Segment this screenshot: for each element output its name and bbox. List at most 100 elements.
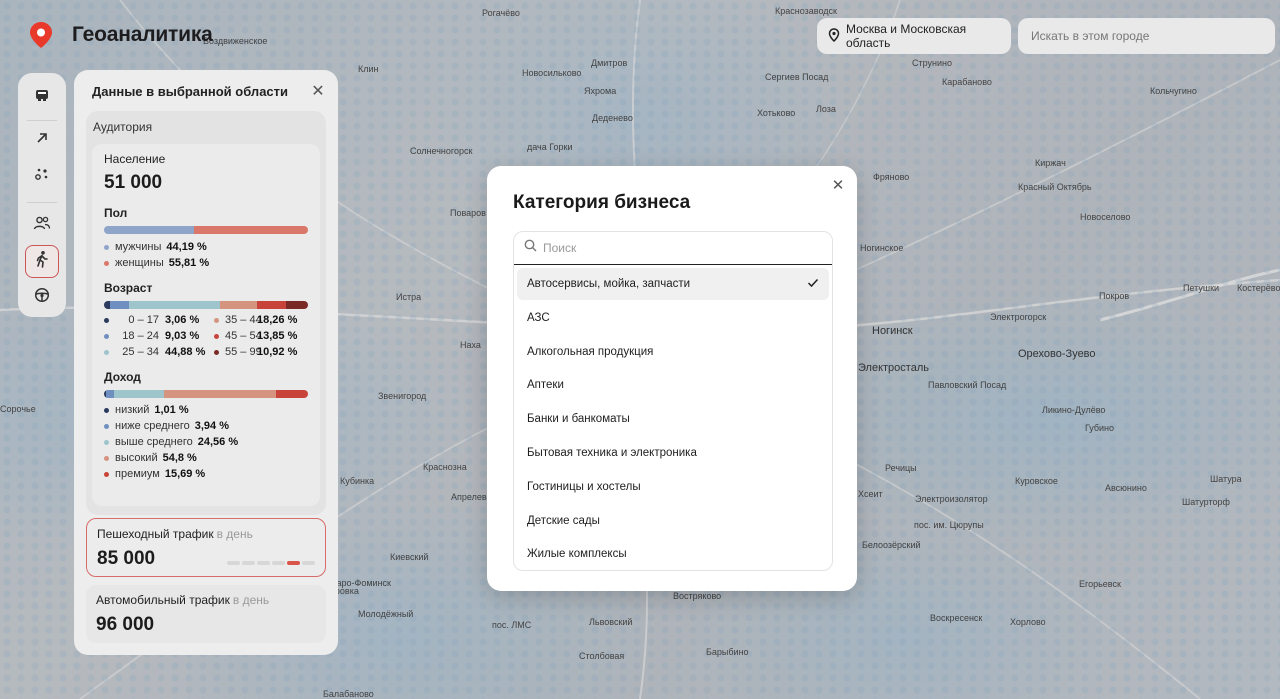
legend-dot (214, 317, 219, 323)
age-bar-segment (128, 301, 221, 309)
legend-item: мужчины 44,19 % (104, 239, 308, 255)
close-icon[interactable]: ✕ (831, 177, 845, 194)
tool-pedestrian-traffic[interactable] (25, 244, 59, 278)
pedestrian-traffic-value: 85 000 (97, 548, 156, 569)
audience-label: Аудитория (93, 120, 153, 134)
category-option[interactable]: Аптеки (517, 369, 829, 401)
app-title: Геоаналитика (72, 23, 213, 46)
tool-audience[interactable] (25, 209, 59, 242)
legend-dot (104, 260, 109, 266)
legend-name: премиум (115, 468, 160, 480)
tool-route[interactable] (25, 124, 59, 157)
age-bar (104, 301, 308, 309)
car-traffic-card[interactable]: Автомобильный трафик в день 96 000 (86, 585, 326, 643)
tool-points[interactable] (25, 160, 59, 193)
legend-dot (104, 439, 109, 445)
legend-name: мужчины (115, 241, 162, 253)
population-value: 51 000 (104, 172, 163, 193)
age-range: 55 – 99 (225, 346, 262, 358)
legend-item: ниже среднего 3,94 % (104, 418, 308, 434)
age-legend-item: 18 – 24 9,03 % (104, 328, 214, 344)
arrow-up-right-icon (34, 130, 50, 151)
income-bar-segment (275, 390, 308, 398)
modal-title: Категория бизнеса (513, 192, 691, 213)
age-range: 45 – 54 (225, 330, 262, 342)
traffic-level-segment (302, 561, 315, 565)
legend-dot (104, 349, 109, 355)
category-option[interactable]: Гостиницы и хостелы (517, 471, 829, 503)
legend-name: женщины (115, 257, 164, 269)
legend-name: ниже среднего (115, 420, 190, 432)
tool-car-traffic[interactable] (25, 281, 59, 314)
legend-item: выше среднего 24,56 % (104, 434, 308, 450)
age-value: 9,03 % (165, 330, 200, 342)
pedestrian-traffic-label: Пешеходный трафик (97, 527, 214, 541)
legend-item: высокий 54,8 % (104, 450, 308, 466)
legend-item: низкий 1,01 % (104, 402, 308, 418)
legend-dot (104, 407, 109, 413)
income-bar-segment (106, 390, 115, 398)
checkmark-icon (807, 278, 819, 291)
age-value: 13,85 % (257, 330, 298, 342)
points-icon (34, 166, 50, 187)
legend-value: 54,8 % (162, 452, 197, 464)
gender-bar-segment (104, 226, 195, 234)
category-option[interactable]: Детские сады (517, 505, 829, 537)
pedestrian-traffic-card[interactable]: Пешеходный трафик в день 85 000 (86, 518, 326, 577)
tool-layers[interactable] (25, 81, 59, 114)
age-value: 10,92 % (257, 346, 298, 358)
age-value: 44,88 % (165, 346, 206, 358)
legend-dot (104, 333, 109, 339)
age-bar-segment (257, 301, 286, 309)
category-option[interactable]: Банки и банкоматы (517, 403, 829, 435)
legend-name: выше среднего (115, 436, 193, 448)
location-pin-icon (26, 20, 56, 50)
search-icon (524, 239, 537, 257)
category-option-label: Автосервисы, мойка, запчасти (527, 278, 691, 290)
close-icon[interactable]: ✕ (310, 83, 326, 99)
age-range: 35 – 44 (225, 314, 262, 326)
gender-label: Пол (104, 206, 128, 220)
category-search-input[interactable] (543, 241, 803, 255)
category-option-label: Аптеки (527, 379, 564, 392)
category-option[interactable]: Жилые комплексы (517, 538, 829, 570)
legend-value: 55,81 % (168, 257, 210, 269)
region-selector[interactable]: Москва и Московская область (817, 18, 1011, 54)
legend-dot (214, 349, 219, 355)
income-legend: низкий 1,01 % ниже среднего 3,94 % выше сред… (104, 402, 308, 482)
app-brand[interactable]: Геоаналитика (26, 20, 213, 50)
category-option[interactable]: Автосервисы, мойка, запчасти (517, 268, 829, 300)
panel-title: Данные в выбранной области (92, 84, 289, 99)
age-label: Возраст (104, 281, 153, 295)
category-option[interactable]: АЗС (517, 302, 829, 334)
city-search-input[interactable]: Искать в этом городе (1018, 18, 1275, 54)
category-option-label: АЗС (527, 311, 550, 324)
toolbar-divider (27, 120, 57, 121)
age-range: 18 – 24 (122, 330, 159, 342)
age-legend-item: 35 – 44 18,26 % (214, 312, 314, 328)
age-range: 0 – 17 (128, 314, 159, 326)
area-data-panel: Данные в выбранной области ✕ Аудитория Н… (74, 70, 338, 655)
income-bar-segment (164, 390, 276, 398)
business-category-modal: ✕ Категория бизнеса Автосервисы, мойка, … (487, 166, 857, 591)
traffic-level-segment (227, 561, 240, 565)
income-bar-segment (114, 390, 165, 398)
category-option[interactable]: Бытовая техника и электроника (517, 437, 829, 469)
car-traffic-label: Автомобильный трафик (96, 593, 230, 607)
gender-bar (104, 226, 308, 234)
gender-bar-segment (194, 226, 308, 234)
category-listbox: Автосервисы, мойка, запчасти АЗС Алкогольн… (513, 231, 833, 571)
age-bar-segment (285, 301, 308, 309)
age-range: 25 – 34 (122, 346, 159, 358)
legend-dot (104, 455, 109, 461)
category-option[interactable]: Алкогольная продукция (517, 336, 829, 368)
age-value: 3,06 % (165, 314, 200, 326)
legend-value: 3,94 % (194, 420, 229, 432)
car-traffic-unit: в день (232, 593, 270, 607)
legend-item: женщины 55,81 % (104, 255, 308, 271)
legend-value: 15,69 % (164, 468, 206, 480)
legend-dot (214, 333, 219, 339)
category-option-label: Алкогольная продукция (527, 345, 654, 358)
legend-value: 24,56 % (197, 436, 239, 448)
city-search-placeholder: Искать в этом городе (1031, 29, 1150, 43)
